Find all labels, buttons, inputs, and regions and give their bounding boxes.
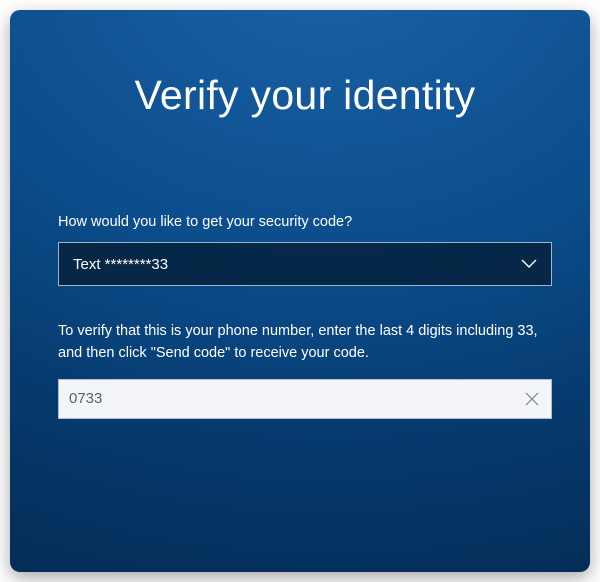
page-title: Verify your identity bbox=[58, 72, 552, 119]
clear-input-button[interactable] bbox=[520, 387, 544, 411]
last4-input-wrap bbox=[58, 379, 552, 419]
security-code-method-selected: Text ********33 bbox=[73, 256, 168, 273]
close-icon bbox=[524, 391, 540, 407]
security-code-method-select[interactable]: Text ********33 bbox=[58, 242, 552, 286]
content-area: Verify your identity How would you like … bbox=[10, 10, 590, 572]
method-prompt-label: How would you like to get your security … bbox=[58, 214, 552, 230]
verify-identity-screen: Verify your identity How would you like … bbox=[10, 10, 590, 572]
last4-digits-input[interactable] bbox=[58, 379, 552, 419]
chevron-down-icon bbox=[521, 259, 537, 269]
verify-instruction-text: To verify that this is your phone number… bbox=[58, 320, 552, 365]
